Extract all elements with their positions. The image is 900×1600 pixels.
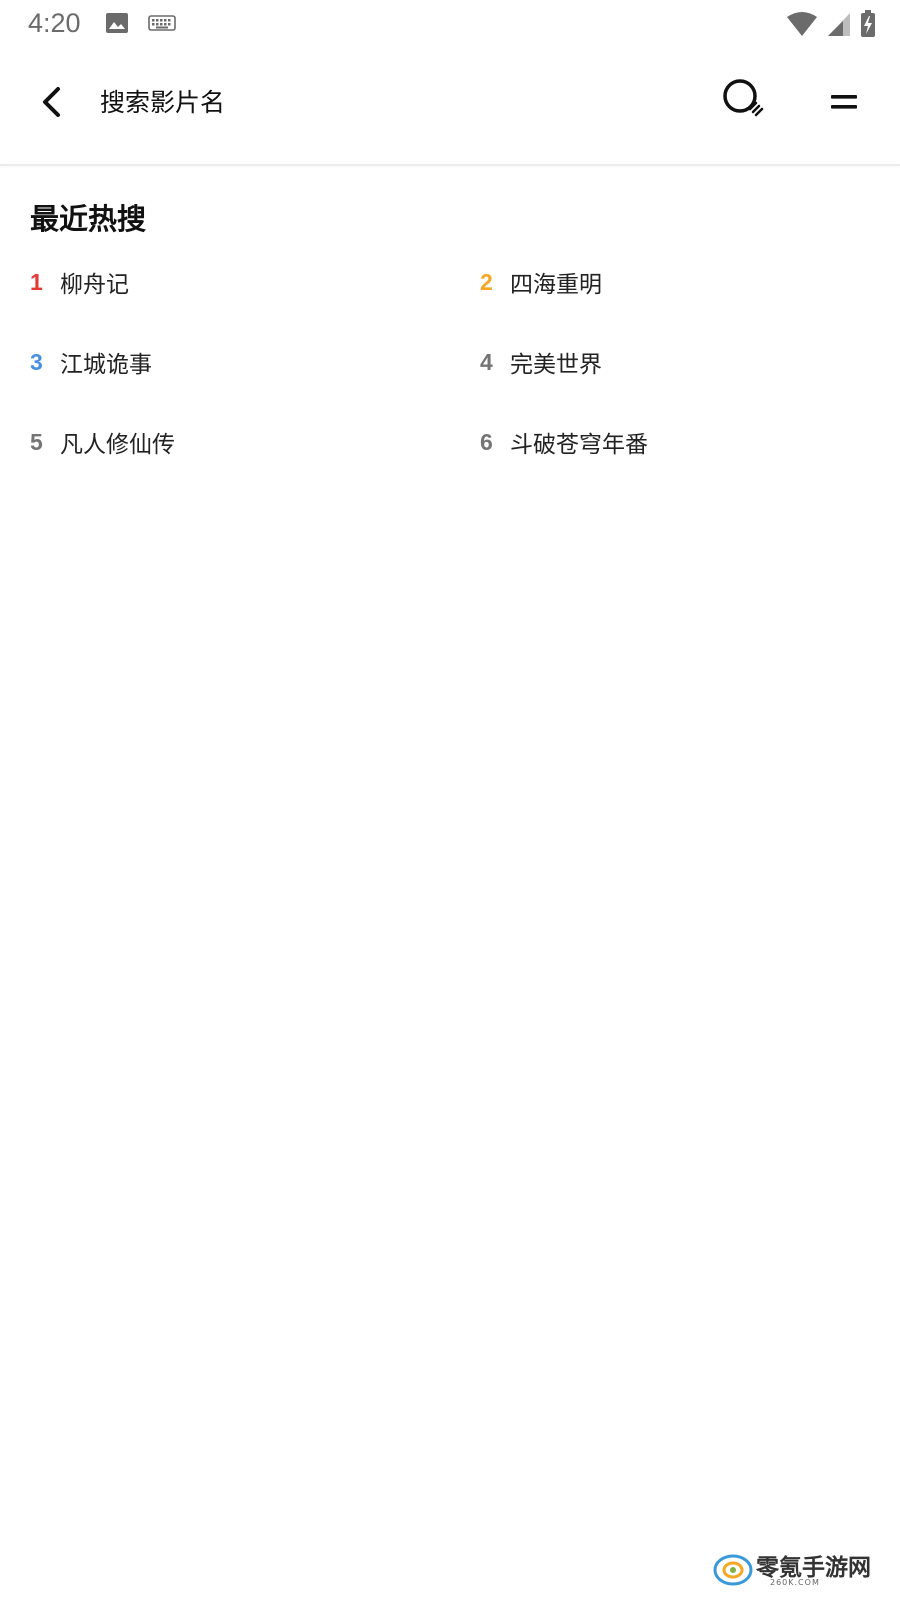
hot-search-item[interactable]: 5 凡人修仙传 <box>0 420 450 464</box>
rank-number: 1 <box>30 268 43 295</box>
rank-number: 3 <box>30 348 43 375</box>
hot-search-list: 1 柳舟记 2 四海重明 3 江城诡事 4 完美世界 5 凡人修仙传 6 斗破苍… <box>0 260 900 500</box>
menu-icon <box>831 95 857 109</box>
hot-search-title: 最近热搜 <box>30 202 147 236</box>
wifi-icon <box>787 12 817 36</box>
image-icon <box>106 13 128 33</box>
watermark: 零氪手游网 260K.COM <box>712 1548 882 1592</box>
back-button[interactable] <box>28 78 76 126</box>
hot-search-item[interactable]: 6 斗破苍穹年番 <box>450 420 900 464</box>
rank-number: 6 <box>480 428 493 455</box>
keyboard-icon <box>148 15 176 31</box>
rank-number: 2 <box>480 268 493 295</box>
search-app-bar <box>0 48 900 166</box>
back-arrow-icon <box>43 87 60 117</box>
menu-button[interactable] <box>820 78 868 126</box>
hot-search-name: 四海重明 <box>510 272 602 298</box>
search-input[interactable] <box>100 76 660 128</box>
hot-search-name: 斗破苍穹年番 <box>510 432 648 458</box>
hot-search-item[interactable]: 1 柳舟记 <box>0 260 450 304</box>
rank-number: 5 <box>30 428 43 455</box>
battery-charging-icon <box>861 10 875 37</box>
status-right-icons <box>786 10 876 38</box>
hot-search-name: 柳舟记 <box>60 272 129 298</box>
rank-number: 4 <box>480 348 493 375</box>
hot-search-item[interactable]: 2 四海重明 <box>450 260 900 304</box>
search-button[interactable] <box>720 76 770 126</box>
status-bar: 4:20 <box>0 0 900 48</box>
hot-search-name: 完美世界 <box>510 352 602 378</box>
signal-icon <box>828 13 850 36</box>
watermark-text: 零氪手游网 <box>756 1555 871 1581</box>
watermark-subtext: 260K.COM <box>770 1578 820 1587</box>
hot-search-item[interactable]: 3 江城诡事 <box>0 340 450 384</box>
watermark-logo-icon <box>713 1554 753 1586</box>
hot-search-item[interactable]: 4 完美世界 <box>450 340 900 384</box>
hot-search-name: 江城诡事 <box>60 352 152 378</box>
search-icon <box>723 79 764 117</box>
status-time: 4:20 <box>28 8 81 38</box>
hot-search-name: 凡人修仙传 <box>60 432 175 458</box>
